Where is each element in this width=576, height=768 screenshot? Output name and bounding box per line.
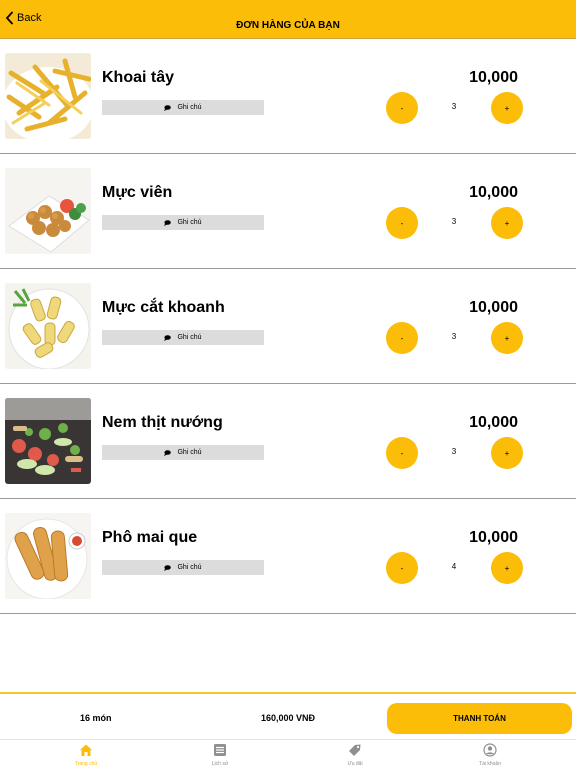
order-item: Phô mai que Ghi chú 10,000 - 4 + [0, 499, 576, 614]
increase-button[interactable]: + [491, 552, 523, 584]
item-quantity: 3 [451, 447, 457, 456]
speech-bubble-icon [164, 449, 172, 456]
tab-bar: Trang chủ Lịch sử Ưu đãi Tài khoản [0, 739, 576, 768]
note-label: Ghi chú [177, 564, 202, 571]
note-button[interactable]: Ghi chú [102, 100, 264, 115]
item-price: 10,000 [469, 414, 518, 431]
food-image-squid-rings [5, 283, 91, 369]
tag-icon [349, 744, 361, 756]
note-button[interactable]: Ghi chú [102, 445, 264, 460]
speech-bubble-icon [164, 334, 172, 341]
item-quantity: 3 [451, 332, 457, 341]
note-button[interactable]: Ghi chú [102, 215, 264, 230]
item-name: Mực cắt khoanh [102, 299, 225, 316]
order-item: Mực cắt khoanh Ghi chú 10,000 - 3 + [0, 269, 576, 384]
order-summary-bar: 16 món 160,000 VNĐ THANH TOÁN [0, 692, 576, 739]
order-list: Khoai tây Ghi chú 10,000 - 3 + Mực viên [0, 39, 576, 614]
item-price: 10,000 [469, 184, 518, 201]
page-title: ĐƠN HÀNG CỦA BẠN [236, 20, 340, 31]
note-button[interactable]: Ghi chú [102, 560, 264, 575]
tab-label: Trang chủ [74, 761, 98, 767]
header-bar: Back ĐƠN HÀNG CỦA BẠN [0, 0, 576, 39]
checkout-button[interactable]: THANH TOÁN [387, 703, 572, 734]
note-label: Ghi chú [177, 219, 202, 226]
item-price: 10,000 [469, 529, 518, 546]
speech-bubble-icon [164, 104, 172, 111]
item-price: 10,000 [469, 299, 518, 316]
food-image-grilled-pork-rolls [5, 398, 91, 484]
item-price: 10,000 [469, 69, 518, 86]
note-button[interactable]: Ghi chú [102, 330, 264, 345]
item-count: 16 món [80, 713, 112, 723]
order-item: Mực viên Ghi chú 10,000 - 3 + [0, 154, 576, 269]
order-item: Nem thịt nướng Ghi chú 10,000 - 3 + [0, 384, 576, 499]
order-total: 160,000 VNĐ [261, 713, 316, 723]
speech-bubble-icon [164, 219, 172, 226]
food-image-squid-balls [5, 168, 91, 254]
decrease-button[interactable]: - [386, 552, 418, 584]
food-image-cheese-sticks [5, 513, 91, 599]
note-label: Ghi chú [177, 334, 202, 341]
tab-label: Tài khoản [479, 761, 501, 767]
item-name: Nem thịt nướng [102, 414, 223, 431]
food-image-french-fries [5, 53, 91, 139]
increase-button[interactable]: + [491, 322, 523, 354]
decrease-button[interactable]: - [386, 207, 418, 239]
item-quantity: 3 [451, 102, 457, 111]
tab-offers[interactable]: Ưu đãi [325, 743, 385, 767]
note-label: Ghi chú [177, 449, 202, 456]
tab-account[interactable]: Tài khoản [460, 743, 520, 767]
item-quantity: 4 [451, 562, 457, 571]
tab-label: Ưu đãi [347, 761, 363, 767]
account-icon [483, 743, 497, 757]
speech-bubble-icon [164, 564, 172, 571]
tab-label: Lịch sử [211, 761, 229, 767]
decrease-button[interactable]: - [386, 322, 418, 354]
tab-home[interactable]: Trang chủ [56, 743, 116, 767]
note-label: Ghi chú [177, 104, 202, 111]
item-quantity: 3 [451, 217, 457, 226]
tab-history[interactable]: Lịch sử [190, 743, 250, 767]
decrease-button[interactable]: - [386, 92, 418, 124]
home-icon [80, 744, 92, 756]
increase-button[interactable]: + [491, 207, 523, 239]
order-item: Khoai tây Ghi chú 10,000 - 3 + [0, 39, 576, 154]
increase-button[interactable]: + [491, 437, 523, 469]
item-name: Mực viên [102, 184, 173, 201]
list-icon [214, 744, 226, 756]
decrease-button[interactable]: - [386, 437, 418, 469]
increase-button[interactable]: + [491, 92, 523, 124]
item-name: Khoai tây [102, 69, 175, 86]
item-name: Phô mai que [102, 529, 198, 546]
